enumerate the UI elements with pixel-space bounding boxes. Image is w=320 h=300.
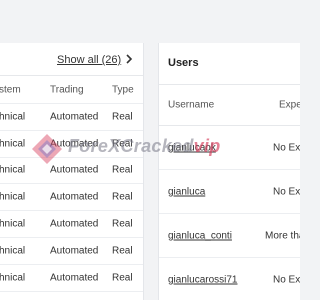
table-row[interactable]: hnical Automated Real (0, 211, 143, 238)
cell-system: hnical (0, 111, 26, 123)
cell-experience: No Exp (273, 186, 300, 197)
cell-trading: Automated (50, 245, 99, 257)
cell-trading: Automated (50, 191, 99, 203)
table-row[interactable]: gianluca_conti More tha (159, 214, 300, 258)
cell-type: Real (112, 245, 133, 257)
table-row[interactable]: hnical Automated Real (0, 238, 143, 265)
column-header-trading[interactable]: Trading (50, 84, 84, 95)
column-header-username[interactable]: Username (168, 100, 214, 111)
cell-type: Real (112, 191, 133, 203)
cell-trading: Automated (50, 272, 99, 284)
username-link[interactable]: gianlucaok (168, 142, 216, 153)
column-header-system[interactable]: stem (0, 84, 21, 95)
users-table-header: Username Expe (159, 85, 300, 126)
table-row[interactable]: gianlucaok No Exp (159, 126, 300, 170)
cell-trading: Automated (50, 138, 99, 150)
systems-table: stem Trading Type hnical Automated Real … (0, 76, 143, 292)
systems-panel: Show all (26) stem Trading Type hnical A… (0, 43, 144, 300)
cell-system: hnical (0, 245, 26, 257)
table-row[interactable]: hnical Automated Real (0, 158, 143, 185)
username-link[interactable]: gianluca_conti (168, 230, 232, 241)
systems-panel-header: Show all (26) (0, 43, 143, 76)
cell-system: hnical (0, 138, 26, 150)
page: Show all (26) stem Trading Type hnical A… (0, 0, 300, 300)
cell-type: Real (112, 218, 133, 230)
show-all-link[interactable]: Show all (26) (57, 54, 121, 66)
table-row[interactable]: hnical Automated Real (0, 104, 143, 131)
cell-trading: Automated (50, 111, 99, 123)
chevron-right-icon[interactable] (124, 53, 134, 65)
cell-experience: No Exp (273, 142, 300, 153)
users-table: gianlucaok No Exp gianluca No Exp gianlu… (159, 126, 300, 300)
username-link[interactable]: gianlucarossi71 (168, 274, 238, 285)
cell-type: Real (112, 138, 133, 150)
users-panel: Users Username Expe gianlucaok No Exp gi… (158, 43, 300, 300)
table-row[interactable]: gianlucarossi71 No Exp (159, 258, 300, 300)
column-header-type[interactable]: Type (112, 84, 134, 95)
table-row[interactable]: hnical Automated Real (0, 265, 143, 292)
cell-system: hnical (0, 272, 26, 284)
cell-type: Real (112, 164, 133, 176)
cell-type: Real (112, 111, 133, 123)
table-row[interactable]: hnical Automated Real (0, 184, 143, 212)
cell-type: Real (112, 272, 133, 284)
username-link[interactable]: gianluca (168, 186, 205, 197)
cell-experience: More tha (265, 230, 300, 241)
table-row[interactable]: hnical Automated Real (0, 131, 143, 158)
cell-trading: Automated (50, 164, 99, 176)
cell-system: hnical (0, 191, 26, 203)
cell-system: hnical (0, 164, 26, 176)
cell-trading: Automated (50, 218, 99, 230)
column-header-experience[interactable]: Expe (279, 100, 300, 111)
table-row[interactable]: gianluca No Exp (159, 170, 300, 214)
cell-experience: No Exp (273, 274, 300, 285)
users-panel-title: Users (168, 57, 199, 69)
systems-table-header: stem Trading Type (0, 76, 143, 104)
cell-system: hnical (0, 218, 26, 230)
